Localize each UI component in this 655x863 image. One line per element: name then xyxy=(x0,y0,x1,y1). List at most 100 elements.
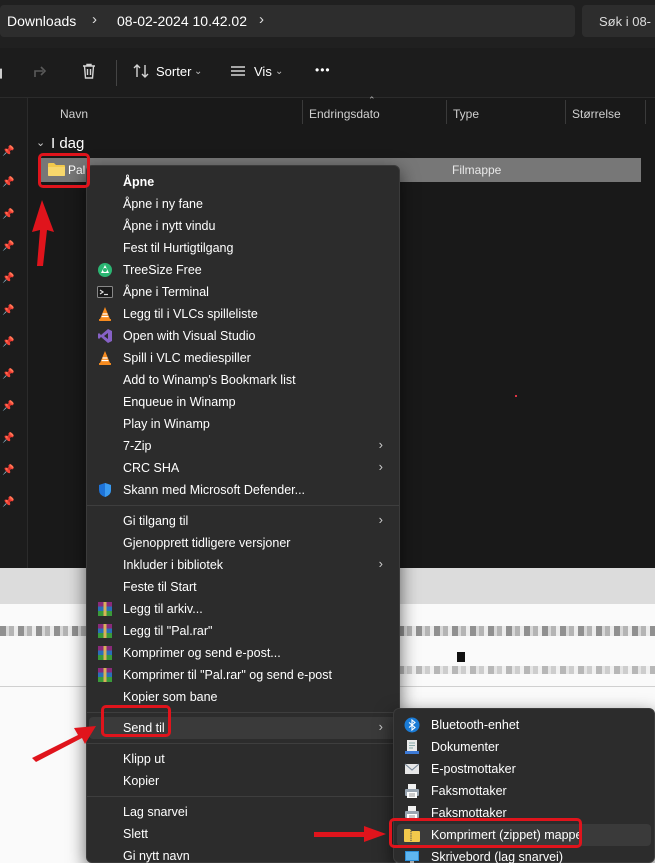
column-divider[interactable] xyxy=(645,100,646,124)
bluetooth-icon xyxy=(404,717,420,733)
menu-item-label: Feste til Start xyxy=(123,580,197,594)
more-options-button[interactable]: ••• xyxy=(315,63,331,77)
chevron-right-icon[interactable]: › xyxy=(92,11,97,28)
column-header-size[interactable]: Størrelse xyxy=(572,98,621,126)
command-bar: ▮ Sorter ⌄ Vis ⌄ ••• xyxy=(0,48,655,98)
menu-item-treesize-free[interactable]: TreeSize Free xyxy=(89,259,397,281)
cursor-dot xyxy=(515,395,517,397)
menu-item-enqueue-in-winamp[interactable]: Enqueue in Winamp xyxy=(89,391,397,413)
menu-item-lag-snarvei[interactable]: Lag snarvei xyxy=(89,801,397,823)
menu-item-label: Komprimer og send e-post... xyxy=(123,646,281,660)
pin-icon[interactable]: 📌 xyxy=(2,497,14,508)
column-header-type[interactable]: Type xyxy=(453,98,479,126)
menu-item-label: Fest til Hurtigtilgang xyxy=(123,241,234,255)
pin-icon[interactable]: 📌 xyxy=(2,305,14,316)
winrar-icon xyxy=(97,623,113,639)
menu-item-gjenopprett-tidligere-versjoner[interactable]: Gjenopprett tidligere versjoner xyxy=(89,532,397,554)
pin-icon[interactable]: 📌 xyxy=(2,177,14,188)
search-input[interactable]: Søk i 08- xyxy=(599,14,651,29)
pin-icon[interactable]: 📌 xyxy=(2,209,14,220)
group-header[interactable]: I dag xyxy=(51,135,84,152)
menu-item-label: Åpne i ny fane xyxy=(123,197,203,211)
pin-icon[interactable]: 📌 xyxy=(2,465,14,476)
menu-item-komprimer-og-send-e-post[interactable]: Komprimer og send e-post... xyxy=(89,642,397,664)
chevron-down-icon[interactable]: ⌄ xyxy=(194,66,202,77)
menu-item-feste-til-start[interactable]: Feste til Start xyxy=(89,576,397,598)
chevron-right-icon: › xyxy=(378,556,383,571)
menu-item-label: Inkluder i bibliotek xyxy=(123,558,224,572)
column-divider[interactable] xyxy=(446,100,447,124)
menu-item-slett[interactable]: Slett xyxy=(89,823,397,845)
menu-item-7-zip[interactable]: 7-Zip › xyxy=(89,435,397,457)
share-icon[interactable] xyxy=(32,62,50,85)
pin-icon[interactable]: 📌 xyxy=(2,401,14,412)
send-to-item-label: E-postmottaker xyxy=(431,762,516,776)
menu-item-open-with-visual-studio[interactable]: Open with Visual Studio xyxy=(89,325,397,347)
column-divider[interactable] xyxy=(565,100,566,124)
column-divider[interactable] xyxy=(302,100,303,124)
pin-icon[interactable]: 📌 xyxy=(2,337,14,348)
chevron-right-icon[interactable]: › xyxy=(259,11,264,28)
view-icon[interactable] xyxy=(229,62,247,85)
send-to-item-dokumenter[interactable]: Dokumenter xyxy=(397,736,651,758)
menu-item-åpne-i-terminal[interactable]: Åpne i Terminal xyxy=(89,281,397,303)
menu-item-åpne-i-ny-fane[interactable]: Åpne i ny fane xyxy=(89,193,397,215)
sort-button[interactable]: Sorter xyxy=(156,64,191,79)
menu-item-label: Add to Winamp's Bookmark list xyxy=(123,373,296,387)
send-to-item-skrivebord-lag-snarvei[interactable]: Skrivebord (lag snarvei) xyxy=(397,846,651,863)
menu-item-kopier[interactable]: Kopier xyxy=(89,770,397,792)
menu-item-label: Play in Winamp xyxy=(123,417,210,431)
send-to-item-bluetooth-enhet[interactable]: Bluetooth-enhet xyxy=(397,714,651,736)
sort-icon[interactable] xyxy=(132,62,150,85)
menu-item-crc-sha[interactable]: CRC SHA › xyxy=(89,457,397,479)
vlc-icon xyxy=(97,350,113,366)
menu-item-skann-med-microsoft-defender[interactable]: Skann med Microsoft Defender... xyxy=(89,479,397,501)
breadcrumb[interactable]: Downloads › 08-02-2024 10.42.02 › xyxy=(0,5,575,37)
menu-item-label: Legg til i VLCs spilleliste xyxy=(123,307,258,321)
menu-item-fest-til-hurtigtilgang[interactable]: Fest til Hurtigtilgang xyxy=(89,237,397,259)
send-to-item-faksmottaker[interactable]: Faksmottaker xyxy=(397,780,651,802)
winrar-icon xyxy=(97,645,113,661)
menu-item-label: Åpne i nytt vindu xyxy=(123,219,216,233)
menu-item-komprimer-til-pal-rar-og-send-e-post[interactable]: Komprimer til "Pal.rar" og send e-post xyxy=(89,664,397,686)
winrar-icon xyxy=(97,667,113,683)
menu-item-legg-til-arkiv[interactable]: Legg til arkiv... xyxy=(89,598,397,620)
menu-item-play-in-winamp[interactable]: Play in Winamp xyxy=(89,413,397,435)
menu-item-label: Åpne i Terminal xyxy=(123,285,209,299)
view-button[interactable]: Vis xyxy=(254,64,272,79)
breadcrumb-downloads[interactable]: Downloads xyxy=(7,13,76,29)
menu-item-label: Gi nytt navn xyxy=(123,849,190,863)
chevron-down-icon[interactable]: ⌄ xyxy=(275,66,283,77)
menu-item-gi-tilgang-til[interactable]: Gi tilgang til › xyxy=(89,510,397,532)
menu-item-inkluder-i-bibliotek[interactable]: Inkluder i bibliotek › xyxy=(89,554,397,576)
chevron-down-icon[interactable]: ⌄ xyxy=(36,136,45,149)
menu-item-legg-til-pal-rar[interactable]: Legg til "Pal.rar" xyxy=(89,620,397,642)
column-header-name[interactable]: Navn xyxy=(60,98,88,126)
menu-item-åpne-i-nytt-vindu[interactable]: Åpne i nytt vindu xyxy=(89,215,397,237)
breadcrumb-folder[interactable]: 08-02-2024 10.42.02 xyxy=(117,13,247,29)
menu-item-gi-nytt-navn[interactable]: Gi nytt navn xyxy=(89,845,397,863)
menu-item-label: Open with Visual Studio xyxy=(123,329,256,343)
search-box[interactable]: Søk i 08- xyxy=(582,5,655,37)
pin-icon[interactable]: 📌 xyxy=(2,146,14,157)
menu-item-label: Slett xyxy=(123,827,149,841)
highlight-box xyxy=(389,818,582,848)
pin-icon[interactable]: 📌 xyxy=(2,433,14,444)
menu-item-legg-til-i-vlcs-spilleliste[interactable]: Legg til i VLCs spilleliste xyxy=(89,303,397,325)
pin-icon[interactable]: 📌 xyxy=(2,369,14,380)
menu-item-add-to-winamp-s-bookmark-list[interactable]: Add to Winamp's Bookmark list xyxy=(89,369,397,391)
pin-icon[interactable]: 📌 xyxy=(2,241,14,252)
chevron-right-icon: › xyxy=(378,719,383,734)
menu-item-åpne[interactable]: Åpne xyxy=(89,171,397,193)
send-to-item-e-postmottaker[interactable]: E-postmottaker xyxy=(397,758,651,780)
winrar-icon xyxy=(97,601,113,617)
menu-item-label: Åpne xyxy=(123,175,155,189)
menu-item-klipp-ut[interactable]: Klipp ut xyxy=(89,748,397,770)
address-bar: Downloads › 08-02-2024 10.42.02 › Søk i … xyxy=(0,0,655,48)
menu-separator xyxy=(87,505,399,506)
menu-item-spill-i-vlc-mediespiller[interactable]: Spill i VLC mediespiller xyxy=(89,347,397,369)
menu-item-label: Kopier xyxy=(123,774,160,788)
rename-icon[interactable]: ▮ xyxy=(0,65,3,81)
delete-icon[interactable] xyxy=(80,62,98,85)
pin-icon[interactable]: 📌 xyxy=(2,273,14,284)
